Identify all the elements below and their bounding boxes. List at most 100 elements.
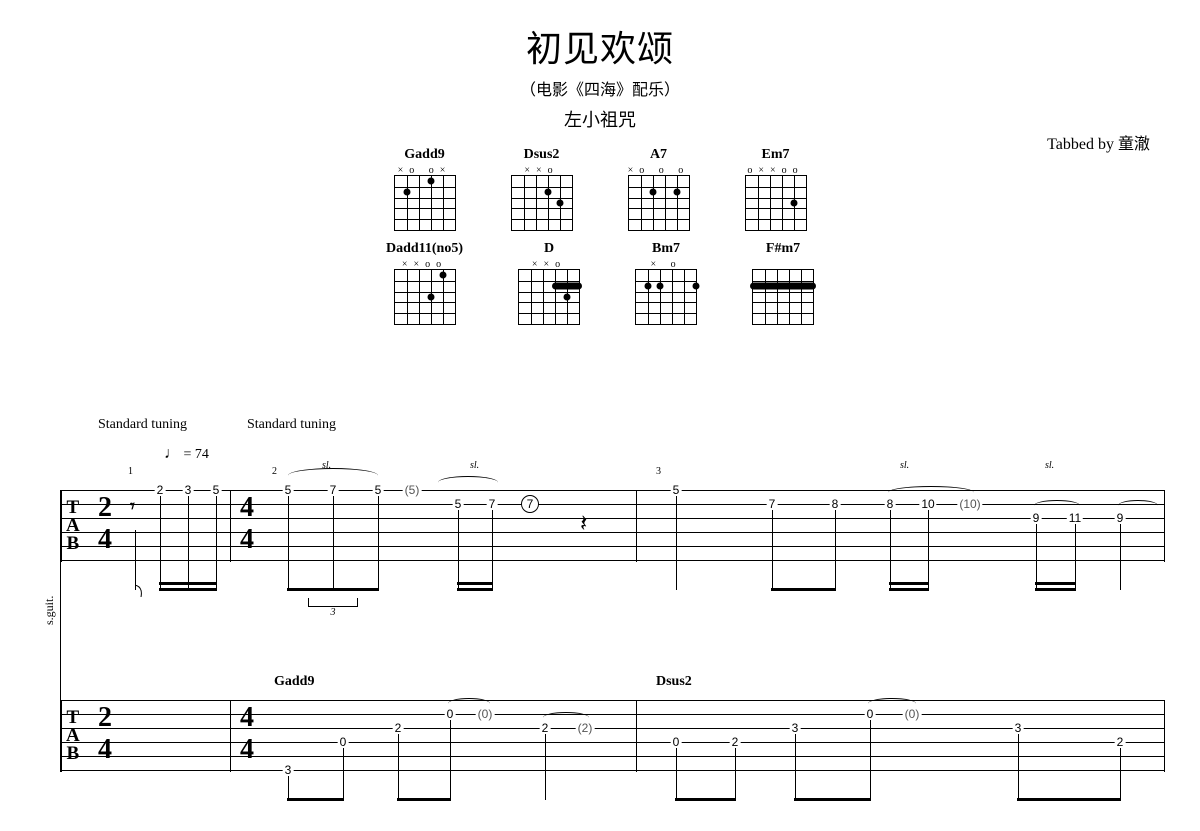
tsig-den: 4 bbox=[98, 524, 112, 556]
fret: 2 bbox=[155, 483, 166, 497]
tab-clef: TAB bbox=[66, 709, 80, 763]
fret: 2 bbox=[1115, 735, 1126, 749]
fret-ghost: (0) bbox=[476, 707, 495, 721]
chord-fsharpm7: F#m7 bbox=[752, 241, 814, 325]
tsig-num: 2 bbox=[98, 492, 112, 524]
system-brace-line bbox=[60, 490, 61, 770]
fret: 2 bbox=[730, 735, 741, 749]
triplet-bracket: 3 bbox=[308, 598, 358, 618]
fret: 5 bbox=[453, 497, 464, 511]
chord-grid bbox=[394, 175, 456, 231]
tie-arc bbox=[438, 476, 498, 489]
fret: 0 bbox=[338, 735, 349, 749]
time-sig-4-4: 4 4 bbox=[240, 492, 254, 556]
fret: 5 bbox=[373, 483, 384, 497]
fret: 0 bbox=[865, 707, 876, 721]
chord-a7: A7 ×o o o bbox=[628, 147, 690, 231]
chord-header: ××o bbox=[524, 165, 558, 175]
chord-lyric-gadd9: Gadd9 bbox=[274, 674, 314, 690]
chord-dsus2: Dsus2 ××o bbox=[511, 147, 573, 231]
fret: 0 bbox=[671, 735, 682, 749]
tsig-num: 4 bbox=[240, 492, 254, 524]
fret: 7 bbox=[328, 483, 339, 497]
fret: 9 bbox=[1031, 511, 1042, 525]
tempo-value: 74 bbox=[195, 447, 209, 462]
chord-name: Dsus2 bbox=[524, 147, 560, 163]
chord-name: D bbox=[544, 241, 554, 257]
tie-arc bbox=[448, 698, 490, 709]
song-title: 初见欢颂 bbox=[0, 20, 1200, 72]
tie-arc bbox=[1118, 500, 1158, 511]
tsig-den: 4 bbox=[98, 734, 112, 766]
fret: 5 bbox=[211, 483, 222, 497]
triplet-number: 3 bbox=[308, 607, 358, 618]
fret: 9 bbox=[1115, 511, 1126, 525]
fret: 2 bbox=[393, 721, 404, 735]
chord-name: Em7 bbox=[762, 147, 790, 163]
fret: 3 bbox=[790, 721, 801, 735]
chord-name: Bm7 bbox=[652, 241, 680, 257]
tab-staff-1: TAB 2 4 1 𝄾 2 3 5 4 4 2 sl. sl. bbox=[60, 490, 1165, 562]
fret: 7 bbox=[487, 497, 498, 511]
song-composer: 左小祖咒 bbox=[0, 106, 1200, 132]
fret: 10 bbox=[919, 497, 936, 511]
bar-number: 2 bbox=[272, 466, 277, 477]
chord-grid bbox=[628, 175, 690, 231]
time-sig-2-4: 2 4 bbox=[98, 492, 112, 556]
fret-ghost: (2) bbox=[576, 721, 595, 735]
bar-number: 1 bbox=[128, 466, 133, 477]
fret-circled: 7 bbox=[521, 495, 539, 513]
chord-header: ×o o× bbox=[398, 165, 452, 175]
slide-label: sl. bbox=[470, 460, 479, 471]
quarter-rest-icon: 𝄽 bbox=[580, 510, 587, 538]
fret: 7 bbox=[767, 497, 778, 511]
tsig-num: 2 bbox=[98, 702, 112, 734]
fret: 5 bbox=[283, 483, 294, 497]
tab-staff-2: TAB 2 4 4 4 Gadd9 Dsus2 3 0 2 0 (0) 2 (2… bbox=[60, 700, 1165, 772]
time-sig-4-4: 4 4 bbox=[240, 702, 254, 766]
chord-header: ××o bbox=[532, 259, 566, 269]
tuning-label-1: Standard tuning bbox=[98, 417, 187, 433]
chord-em7: Em7 o××oo bbox=[745, 147, 807, 231]
chord-d: D ××o bbox=[518, 241, 580, 325]
fret-ghost: (5) bbox=[403, 483, 422, 497]
chord-grid bbox=[745, 175, 807, 231]
chord-diagrams: Gadd9 ×o o× Dsus2 ××o A7 ×o o o bbox=[0, 147, 1200, 325]
instrument-label: s.guit. bbox=[42, 596, 57, 625]
fret: 8 bbox=[885, 497, 896, 511]
fret: 5 bbox=[671, 483, 682, 497]
song-subtitle: （电影《四海》配乐） bbox=[0, 76, 1200, 100]
fret: 11 bbox=[1067, 511, 1083, 525]
chord-grid bbox=[518, 269, 580, 325]
fret: 2 bbox=[540, 721, 551, 735]
chord-name: F#m7 bbox=[766, 241, 800, 257]
bar-number: 3 bbox=[656, 466, 661, 477]
chord-name: A7 bbox=[650, 147, 667, 163]
chord-grid bbox=[511, 175, 573, 231]
fret: 0 bbox=[445, 707, 456, 721]
eighth-rest-icon: 𝄾 bbox=[130, 496, 135, 517]
chord-lyric-dsus2: Dsus2 bbox=[656, 674, 692, 690]
tsig-den: 4 bbox=[240, 524, 254, 556]
chord-header: × o bbox=[650, 259, 681, 269]
chord-grid bbox=[635, 269, 697, 325]
fret: 8 bbox=[830, 497, 841, 511]
slide-label: sl. bbox=[1045, 460, 1054, 471]
fret: 3 bbox=[183, 483, 194, 497]
tempo-eq: = bbox=[180, 447, 195, 462]
tie-arc bbox=[288, 468, 378, 483]
chord-header: ×o o o bbox=[628, 165, 690, 175]
chord-name: Dadd11(no5) bbox=[386, 241, 463, 257]
fret-ghost: (0) bbox=[903, 707, 922, 721]
chord-header: o××oo bbox=[747, 165, 803, 175]
tab-clef: TAB bbox=[66, 499, 80, 553]
chord-header: ××oo bbox=[402, 259, 447, 269]
tie-arc bbox=[888, 486, 974, 499]
tie-arc bbox=[868, 698, 916, 709]
quarter-note-icon: ♩ bbox=[164, 445, 180, 462]
chord-gadd9: Gadd9 ×o o× bbox=[394, 147, 456, 231]
fret-ghost: (10) bbox=[957, 497, 982, 511]
time-sig-2-4: 2 4 bbox=[98, 702, 112, 766]
tabbed-by: Tabbed by 童澈 bbox=[1047, 130, 1150, 154]
fret: 3 bbox=[283, 763, 294, 777]
